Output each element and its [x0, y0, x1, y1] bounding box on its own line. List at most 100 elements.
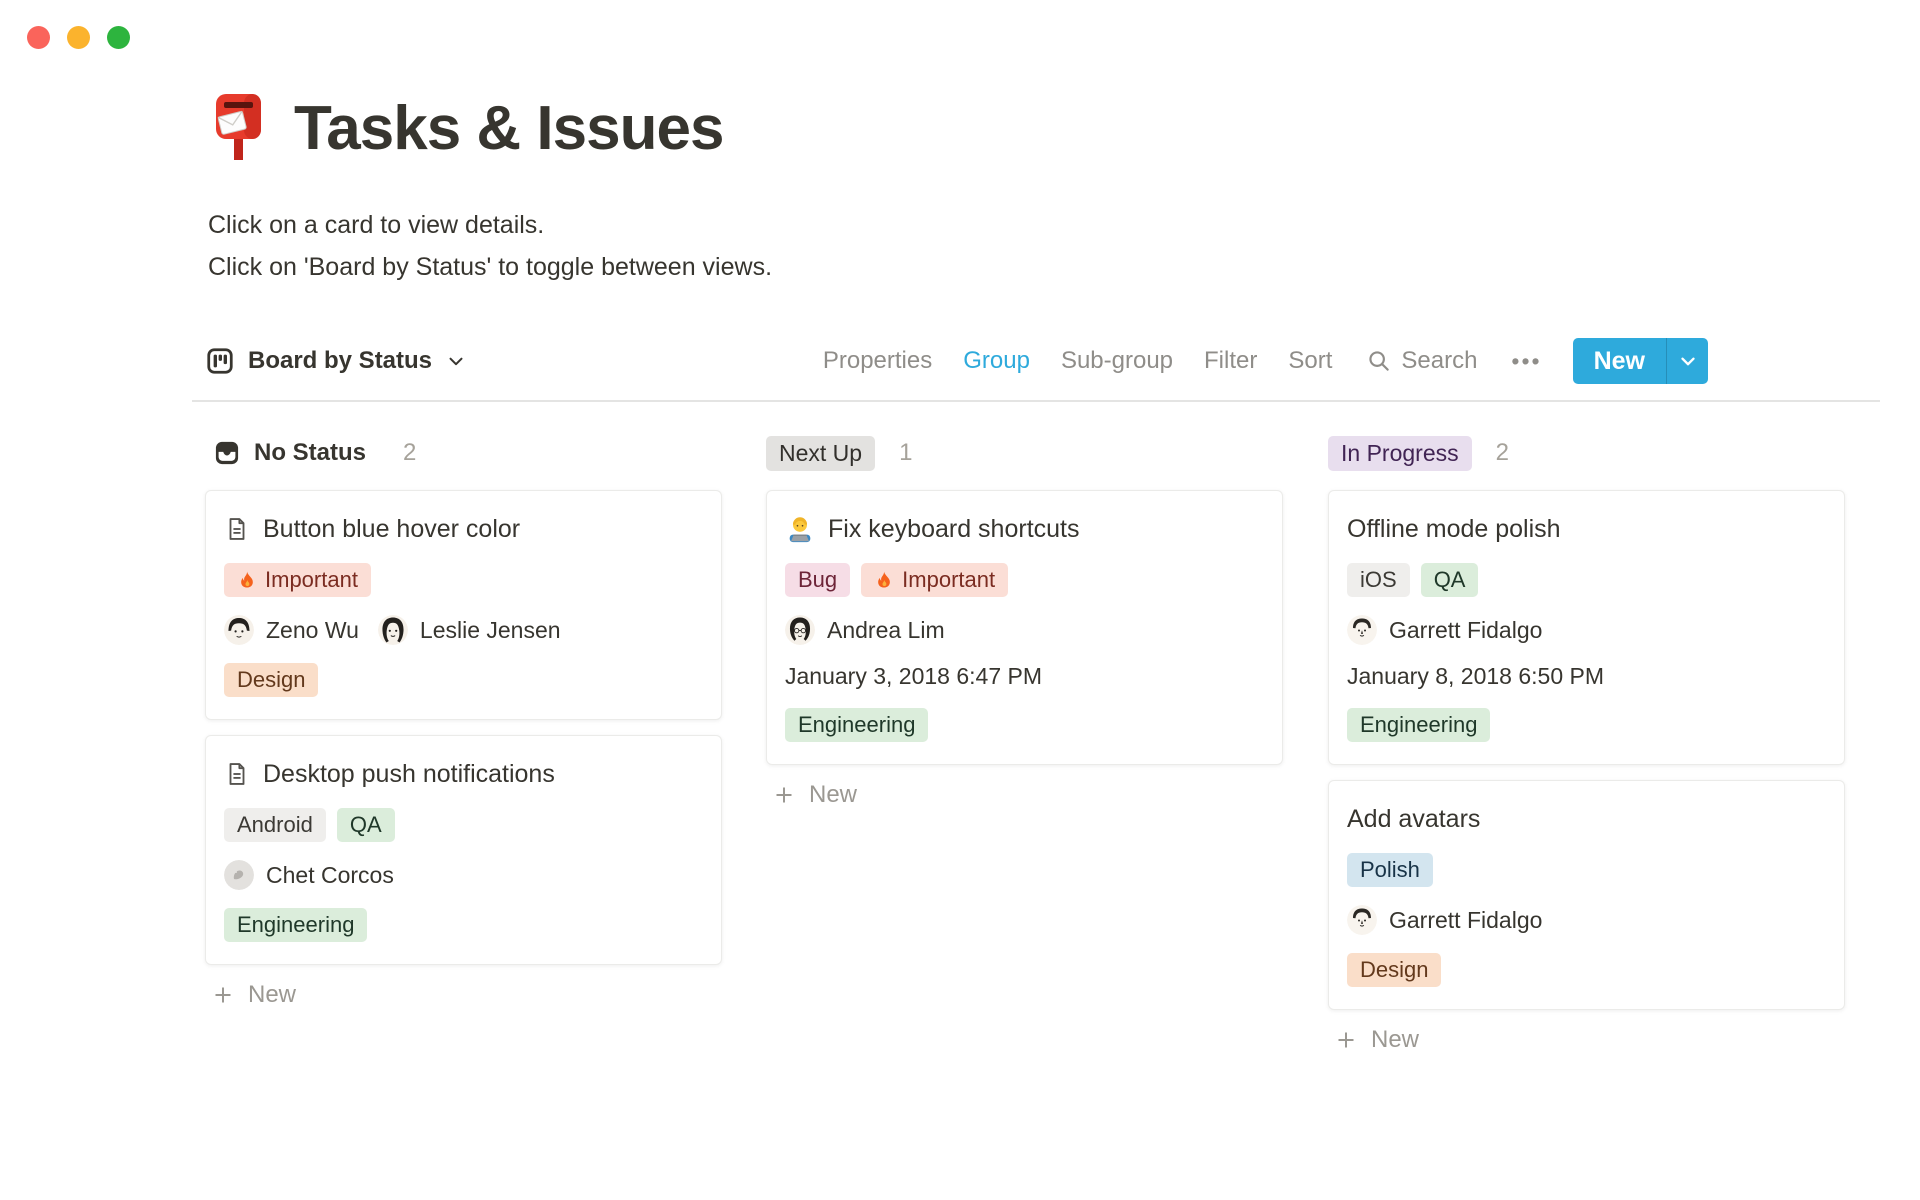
person-name: Leslie Jensen: [419, 616, 561, 643]
new-button[interactable]: New: [1573, 338, 1666, 384]
page-icon: [224, 761, 250, 787]
new-button-group: New: [1572, 338, 1708, 384]
tag-engineering[interactable]: Engineering: [1347, 708, 1491, 742]
tag-engineering[interactable]: Engineering: [224, 908, 368, 942]
person-garrett-fidalgo: Garrett Fidalgo: [1347, 615, 1542, 645]
column-title: No Status: [254, 439, 367, 466]
card-button-blue-hover-color[interactable]: Button blue hover color Important Zeno W…: [205, 490, 722, 720]
page-icon: [224, 516, 250, 542]
chevron-down-icon: [445, 350, 467, 372]
tag-qa[interactable]: QA: [1420, 563, 1479, 597]
person-name: Andrea Lim: [827, 616, 945, 643]
card-add-avatars[interactable]: Add avatars Polish Garrett Fidalgo Desig…: [1328, 780, 1845, 1010]
tag-label: Polish: [1360, 857, 1420, 882]
tag-label: Important: [265, 567, 358, 592]
fire-icon: [874, 570, 894, 590]
tag-row: Engineering: [1347, 708, 1826, 742]
person-name: Chet Corcos: [266, 861, 394, 888]
tag-row: Design: [1347, 953, 1826, 987]
plus-icon: [1334, 1028, 1358, 1052]
page-title: Tasks & Issues: [294, 93, 724, 163]
tag-row: Important: [224, 563, 703, 597]
window-close-button[interactable]: [27, 26, 50, 49]
search-icon: [1366, 348, 1392, 374]
view-toolbar: Board by Status Properties Group Sub-gro…: [205, 336, 1708, 386]
plus-icon: [211, 983, 235, 1007]
card-offline-mode-polish[interactable]: Offline mode polish iOS QA Garrett Fidal…: [1328, 490, 1845, 765]
tag-important[interactable]: Important: [861, 563, 1009, 597]
tag-label: Android: [237, 812, 313, 837]
tag-row: Polish: [1347, 853, 1826, 887]
add-card-label: New: [248, 981, 297, 1008]
column-header-no-status[interactable]: No Status 2: [205, 434, 722, 472]
column-count: 2: [1495, 439, 1509, 466]
toolbar-item-sub-group[interactable]: Sub-group: [1061, 347, 1173, 375]
tag-label: Bug: [798, 567, 838, 592]
page-header: Tasks & Issues: [208, 92, 724, 164]
avatar-andrea-lim: [785, 615, 815, 645]
person-name: Garrett Fidalgo: [1389, 616, 1543, 643]
tag-bug[interactable]: Bug: [785, 563, 851, 597]
board-view-icon: [205, 346, 235, 376]
avatar-chet-corcos: [224, 860, 254, 890]
tag-label: Design: [1360, 957, 1429, 982]
tag-label: QA: [1433, 567, 1466, 592]
board-column-in-progress: In Progress 2 Offline mode polish iOS QA…: [1328, 434, 1845, 1054]
card-desktop-push-notifications[interactable]: Desktop push notifications Android QA Ch…: [205, 735, 722, 965]
column-title-pill: In Progress: [1328, 435, 1472, 471]
tag-label: Design: [237, 667, 306, 692]
card-title: Button blue hover color: [263, 515, 521, 543]
column-count: 2: [403, 439, 417, 466]
column-title-pill: Next Up: [766, 435, 876, 471]
tag-important[interactable]: Important: [224, 563, 371, 597]
people-row: Andrea Lim: [785, 615, 1264, 645]
toolbar-item-properties[interactable]: Properties: [823, 347, 932, 375]
tag-polish[interactable]: Polish: [1347, 853, 1433, 887]
card-title: Desktop push notifications: [263, 760, 555, 788]
add-card-button[interactable]: New: [205, 981, 722, 1009]
column-header-next-up[interactable]: Next Up 1: [766, 434, 1283, 472]
tag-label: Engineering: [798, 712, 916, 737]
add-card-button[interactable]: New: [1328, 1026, 1845, 1054]
tag-design[interactable]: Design: [1347, 953, 1442, 987]
window-minimize-button[interactable]: [67, 26, 90, 49]
tag-android[interactable]: Android: [224, 808, 326, 842]
people-row: Zeno Wu Leslie Jensen: [224, 615, 703, 645]
tag-row: Engineering: [785, 708, 1264, 742]
tag-row: Engineering: [224, 908, 703, 942]
tag-row: iOS QA: [1347, 563, 1826, 597]
person-chet-corcos: Chet Corcos: [224, 860, 394, 890]
view-switcher-label: Board by Status: [248, 347, 433, 374]
view-switcher-board-by-status[interactable]: Board by Status: [205, 346, 467, 376]
toolbar-item-group[interactable]: Group: [963, 347, 1030, 375]
new-dropdown-button[interactable]: [1666, 338, 1708, 384]
card-title-row: Add avatars: [1347, 803, 1826, 835]
toolbar-divider: [192, 400, 1880, 402]
postbox-icon: [208, 92, 268, 164]
person-name: Zeno Wu: [266, 616, 359, 643]
avatar-leslie-jensen: [377, 615, 408, 645]
column-header-in-progress[interactable]: In Progress 2: [1328, 434, 1845, 472]
search-button[interactable]: Search: [1366, 347, 1477, 375]
person-andrea-lim: Andrea Lim: [785, 615, 945, 645]
card-fix-keyboard-shortcuts[interactable]: Fix keyboard shortcuts Bug Important And…: [766, 490, 1283, 765]
card-title: Fix keyboard shortcuts: [828, 515, 1080, 543]
card-title-row: Button blue hover color: [224, 513, 703, 545]
tag-qa[interactable]: QA: [336, 808, 395, 842]
toolbar-item-filter[interactable]: Filter: [1204, 347, 1257, 375]
description-line-1: Click on a card to view details.: [208, 211, 545, 239]
person-leslie-jensen: Leslie Jensen: [377, 615, 561, 645]
inbox-icon: [213, 439, 241, 467]
window-zoom-button[interactable]: [107, 26, 130, 49]
tag-row: Android QA: [224, 808, 703, 842]
more-options-button[interactable]: •••: [1511, 348, 1541, 375]
fire-icon: [237, 570, 257, 590]
avatar-garrett-fidalgo: [1347, 905, 1377, 935]
tag-engineering[interactable]: Engineering: [785, 708, 929, 742]
add-card-button[interactable]: New: [766, 781, 1283, 809]
tag-ios[interactable]: iOS: [1347, 563, 1410, 597]
card-title: Add avatars: [1347, 805, 1481, 833]
tag-design[interactable]: Design: [224, 663, 319, 697]
toolbar-item-sort[interactable]: Sort: [1288, 347, 1332, 375]
person-garrett-fidalgo: Garrett Fidalgo: [1347, 905, 1542, 935]
